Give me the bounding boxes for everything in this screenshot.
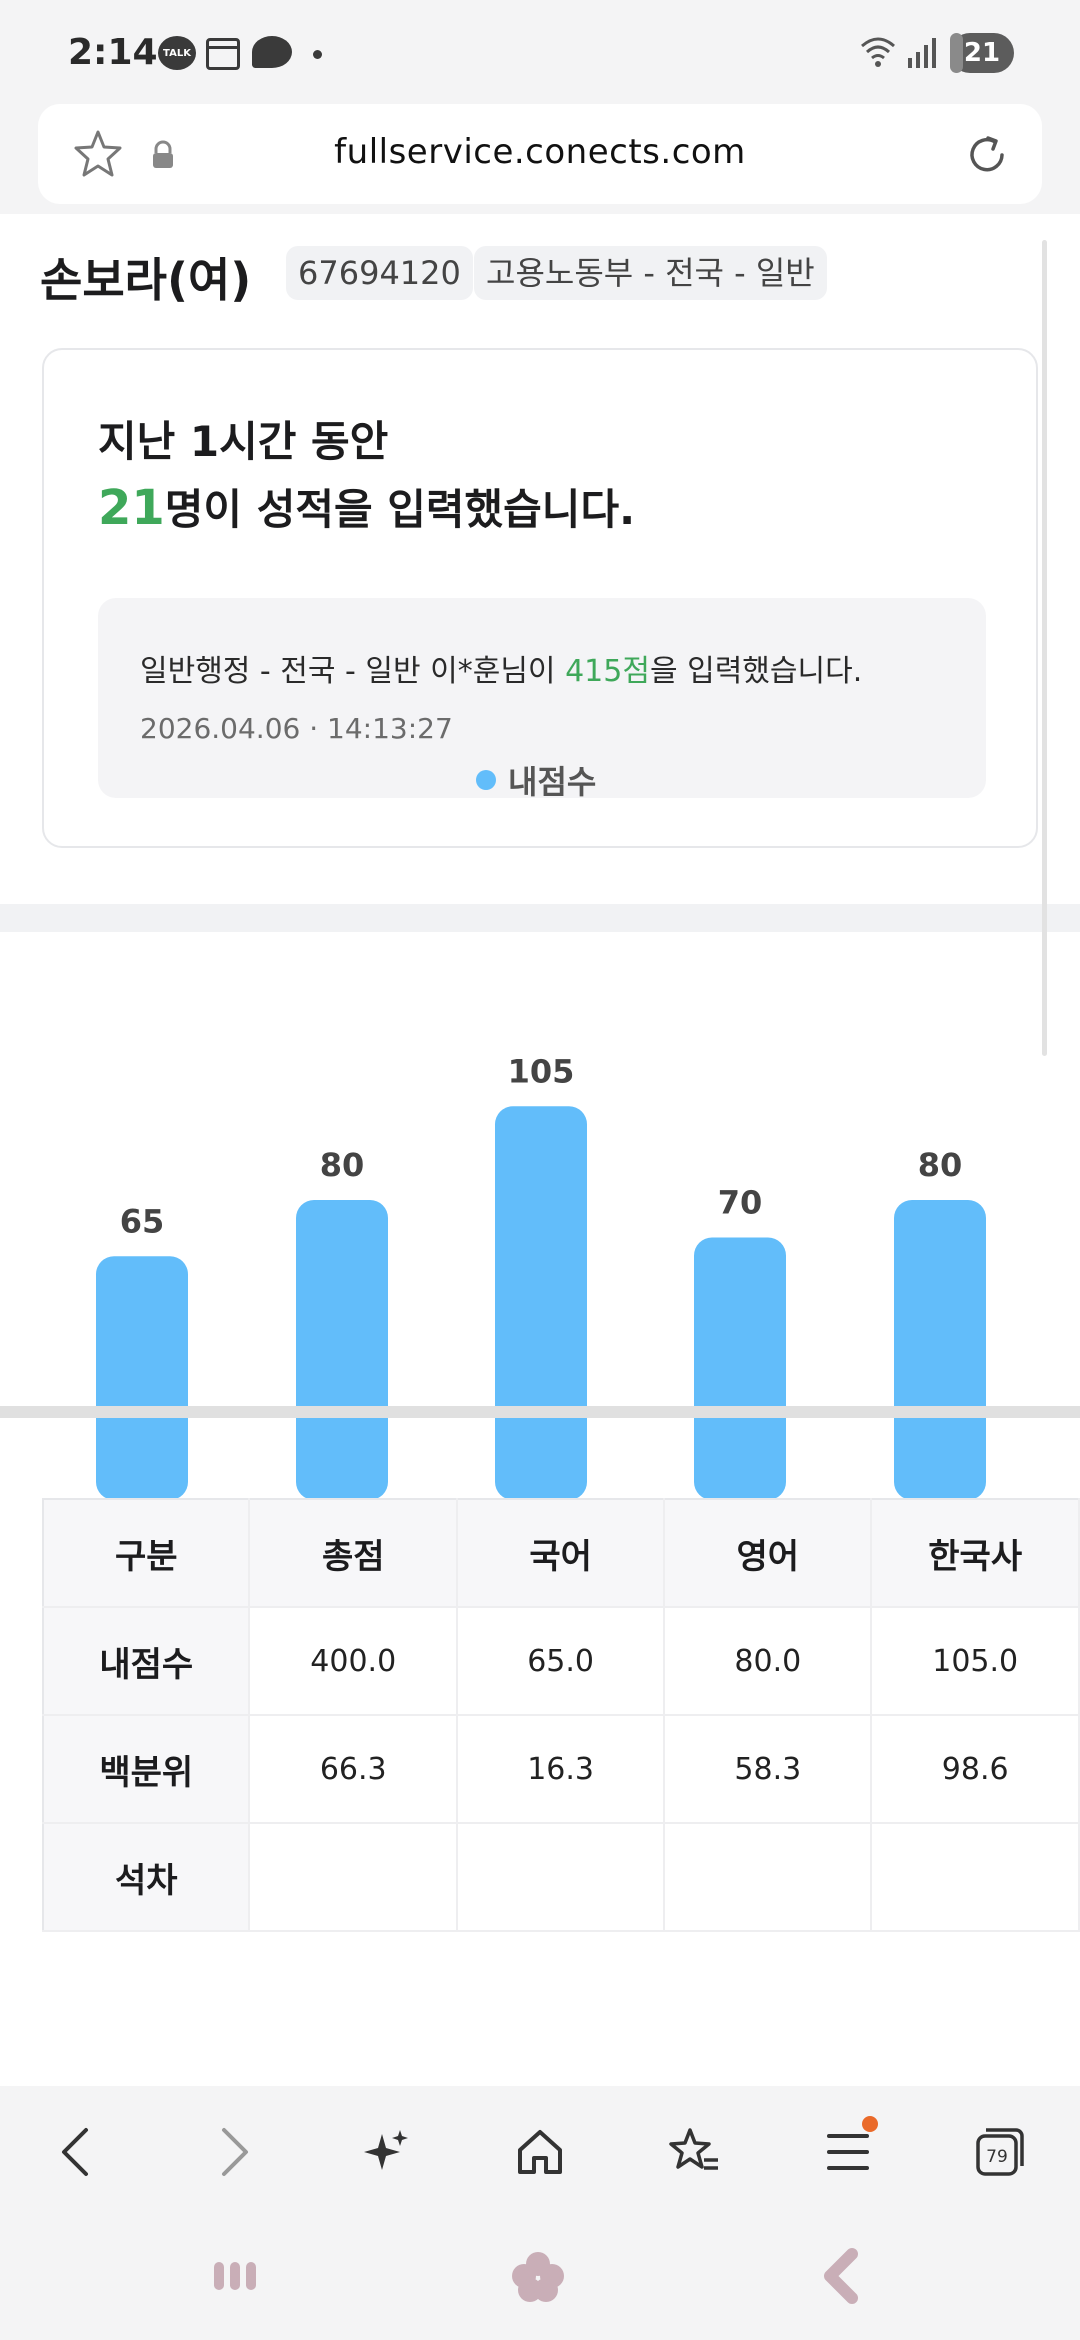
forward-button[interactable] [194, 2112, 274, 2192]
score-table: 구분 총점 국어 영어 한국사 내점수 400.0 65.0 80.0 105.0 백분위 66.3… [42, 1498, 1080, 1932]
back-icon [62, 2128, 88, 2176]
table-body: 내점수 400.0 65.0 80.0 105.0 백분위 66.3 16.3 58.3 98.6… [43, 1607, 1080, 1932]
battery-indicator: 21 [950, 33, 1014, 73]
signal-icon [908, 38, 936, 68]
kakaotalk-icon: TALK [158, 36, 196, 70]
chart-legend: 내점수 [476, 760, 597, 801]
reload-icon[interactable] [962, 130, 1012, 180]
recent-entry-suffix: 을 입력했습니다. [649, 654, 863, 689]
tabs-button[interactable]: 79 [960, 2112, 1040, 2192]
table-cell [871, 1823, 1080, 1932]
bar-2 [296, 1200, 388, 1500]
status-time: 2:14 [68, 32, 158, 73]
table-header-cell: 영어 [664, 1499, 873, 1608]
home-nav-icon[interactable] [510, 2250, 566, 2304]
bar-3 [495, 1106, 587, 1500]
bar-5 [894, 1200, 986, 1500]
bookmarks-button[interactable] [654, 2112, 734, 2192]
back-button[interactable] [36, 2112, 116, 2192]
exam-category-badge: 고용노동부 - 전국 - 일반 [474, 246, 827, 300]
table-row: 석차 [43, 1823, 1080, 1932]
activity-count: 21 [98, 480, 165, 536]
bookmark-star-icon[interactable] [72, 128, 124, 180]
home-icon [518, 2130, 562, 2174]
home-button[interactable] [500, 2112, 580, 2192]
legend-swatch [476, 770, 496, 790]
table-cell: 400.0 [249, 1607, 459, 1716]
table-cell: 66.3 [249, 1715, 459, 1824]
recent-entry-score: 415점 [565, 654, 650, 689]
menu-icon [827, 2134, 869, 2170]
activity-count-suffix: 명이 성적을 입력했습니다. [164, 485, 636, 534]
lock-icon [153, 140, 173, 168]
row-header-cell: 내점수 [43, 1607, 251, 1716]
calendar-icon [206, 38, 240, 70]
activity-period: 지난 1시간 동안 [98, 417, 389, 466]
table-cell [457, 1823, 666, 1932]
browser-page: 2:14 TALK 21 fullservice.conects.com 손보라… [0, 0, 1080, 2340]
row-header-cell: 석차 [43, 1823, 251, 1932]
notification-dot [862, 2116, 878, 2132]
forward-icon [222, 2128, 248, 2176]
recent-apps-icon[interactable] [210, 2258, 260, 2294]
table-header-row: 구분 총점 국어 영어 한국사 [43, 1499, 1080, 1608]
more-notifications-icon [313, 50, 322, 59]
sparkle-icon [364, 2130, 408, 2170]
chat-icon [252, 36, 292, 68]
bar-value-label: 105 [508, 1052, 575, 1090]
url-text[interactable]: fullservice.conects.com [188, 132, 892, 172]
bar-1 [96, 1256, 188, 1500]
recent-entry-text: 일반행정 - 전국 - 일반 이*훈님이 415점을 입력했습니다. [140, 646, 862, 690]
bar-value-label: 80 [320, 1146, 365, 1184]
ai-assistant-button[interactable] [346, 2112, 426, 2192]
table-cell: 98.6 [871, 1715, 1080, 1824]
table-header-cell: 총점 [249, 1499, 459, 1608]
chart-table-divider [0, 1406, 1080, 1418]
bar-4 [694, 1237, 786, 1500]
table-cell: 65.0 [457, 1607, 666, 1716]
status-bar: 2:14 TALK 21 [0, 0, 1080, 100]
recent-entry-prefix: 일반행정 - 전국 - 일반 이*훈님이 [140, 654, 566, 689]
battery-level-text: 21 [963, 38, 1001, 68]
score-bar-chart: 65국어80영어105한국사70노동법개론80행정법총론 [96, 1052, 1011, 1572]
legend-label: 내점수 [508, 763, 597, 801]
table-cell: 105.0 [871, 1607, 1080, 1716]
activity-count-line: 21명이 성적을 입력했습니다. [98, 476, 635, 537]
back-nav-icon[interactable] [818, 2248, 862, 2304]
system-navigation-bar [0, 2216, 1080, 2340]
user-name: 손보라(여) [40, 253, 252, 307]
tabs-icon: 79 [976, 2128, 1024, 2176]
tabs-count: 79 [986, 2147, 1008, 2167]
table-header-cell: 구분 [43, 1499, 251, 1608]
wifi-icon [861, 37, 895, 67]
bar-value-label: 65 [120, 1202, 165, 1240]
bar-value-label: 70 [718, 1184, 763, 1222]
table-cell: 58.3 [664, 1715, 873, 1824]
table-cell [664, 1823, 873, 1932]
menu-button[interactable] [808, 2112, 888, 2192]
bar-value-label: 80 [918, 1146, 963, 1184]
table-cell: 16.3 [457, 1715, 666, 1824]
table-row: 내점수 400.0 65.0 80.0 105.0 [43, 1607, 1080, 1716]
table-row: 백분위 66.3 16.3 58.3 98.6 [43, 1715, 1080, 1824]
table-cell: 80.0 [664, 1607, 873, 1716]
table-header-cell: 한국사 [871, 1499, 1080, 1608]
recent-entry-timestamp: 2026.04.06 · 14:13:27 [140, 712, 453, 745]
user-id-badge: 67694120 [286, 246, 473, 300]
table-cell [249, 1823, 459, 1932]
address-bar[interactable]: fullservice.conects.com [38, 104, 1042, 204]
row-header-cell: 백분위 [43, 1715, 251, 1824]
table-header-cell: 국어 [457, 1499, 666, 1608]
bookmarks-icon [669, 2128, 718, 2170]
browser-toolbar: 79 [0, 2086, 1080, 2216]
